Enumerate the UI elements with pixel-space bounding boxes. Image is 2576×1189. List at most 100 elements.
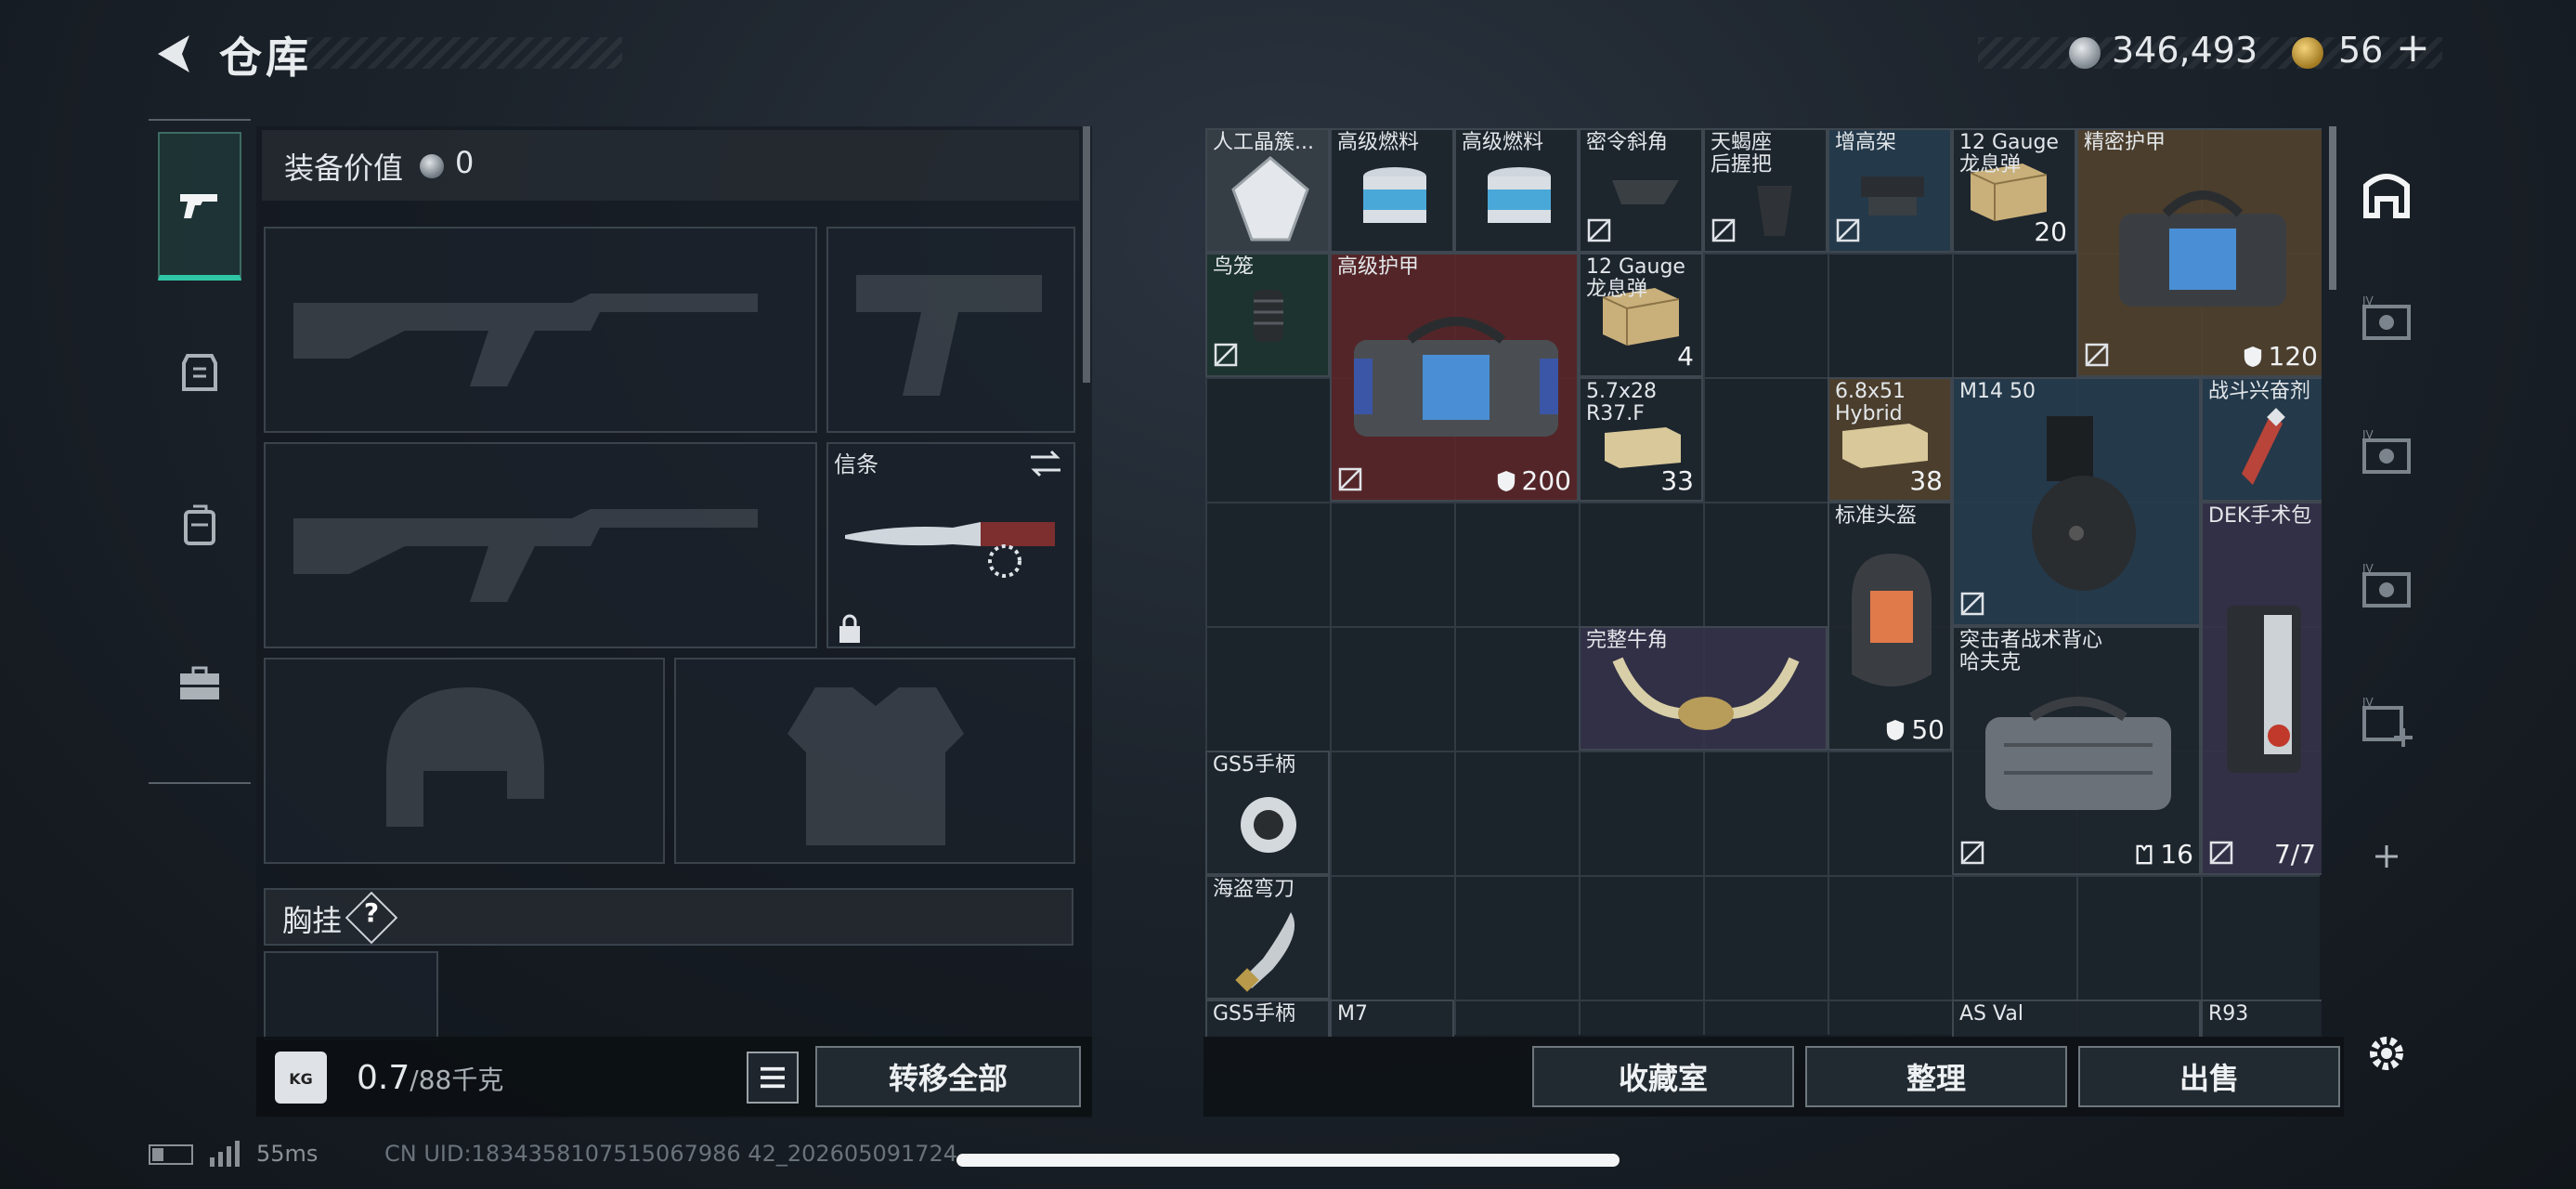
equipment-value: 0 — [455, 145, 475, 180]
container-slot-icon[interactable]: IV — [2359, 294, 2414, 349]
move-all-button[interactable]: 转移全部 — [815, 1046, 1081, 1107]
gold-balance: 56 — [2338, 30, 2384, 71]
tactical-vest-image — [1985, 697, 2171, 810]
grid-item[interactable]: AS Val — [1952, 1000, 2201, 1037]
grid-item[interactable]: M14 50 — [1952, 377, 2201, 626]
equipment-scrollbar[interactable] — [1083, 126, 1090, 383]
item-name: 高级燃料 — [1337, 131, 1420, 154]
stash-home-icon[interactable] — [2359, 167, 2414, 223]
pistol-icon — [180, 194, 217, 218]
tab-cases[interactable] — [158, 609, 241, 758]
tab-armor[interactable] — [158, 297, 241, 446]
svg-text:IV: IV — [2362, 696, 2374, 709]
grid-item[interactable]: 5.7x28 R37.F 33 — [1579, 377, 1703, 502]
item-name: 精密护甲 — [2084, 131, 2166, 154]
ammo-box-image — [1605, 427, 1681, 468]
silver-balance: 346,493 — [2112, 30, 2258, 71]
grid-item[interactable]: 密令斜角 — [1579, 128, 1703, 253]
grid-item[interactable]: 12 Gauge 龙息弹 20 — [1952, 128, 2076, 253]
armor-durability: 120 — [2243, 341, 2318, 372]
grid-item[interactable]: 鸟笼 — [1205, 253, 1330, 377]
container-slot-icon[interactable]: IV — [2359, 561, 2414, 617]
tab-weapons[interactable] — [158, 132, 241, 281]
item-count: 4 — [1677, 341, 1694, 372]
sort-button[interactable]: 整理 — [1805, 1046, 2067, 1107]
item-name: 人工晶簇... — [1213, 131, 1314, 154]
grid-item[interactable]: 6.8x51 Hybrid 38 — [1828, 377, 1952, 502]
add-currency-button[interactable]: + — [2396, 24, 2430, 72]
pistol-silhouette-icon — [856, 275, 1042, 396]
item-count: 7/7 — [2273, 839, 2316, 869]
armor-silhouette-icon — [787, 687, 964, 845]
grid-cells: 人工晶簇... 高级燃料 高级燃料 密令斜角 天蝎座 后握把 增高架 12 Ga… — [1205, 128, 2322, 1037]
grid-item[interactable]: 战斗兴奋剂 — [2201, 377, 2322, 502]
grid-item[interactable]: GS5手柄 — [1205, 751, 1330, 875]
item-name: 天蝎座 后握把 — [1711, 131, 1773, 177]
shield-icon — [1887, 719, 1905, 740]
grid-item[interactable]: DEK手术包 7/7 — [2201, 502, 2322, 875]
not-found-in-raid-icon — [2085, 343, 2109, 367]
item-name: 突击者战术背心 哈夫克 — [1959, 629, 2103, 675]
container-slot-icon[interactable]: IV — [2359, 427, 2414, 483]
chest-rig-slot[interactable] — [264, 951, 438, 1040]
muzzle-brake-image — [1254, 290, 1283, 342]
grid-item[interactable]: 天蝎座 后握把 — [1703, 128, 1828, 253]
list-icon — [761, 1066, 785, 1089]
swap-icon[interactable] — [1027, 448, 1064, 479]
grid-item[interactable]: 高级护甲 200 — [1330, 253, 1579, 502]
grid-item[interactable]: 完整牛角 — [1579, 626, 1828, 751]
grid-item[interactable]: R93 — [2201, 1000, 2322, 1037]
rifle-silhouette-icon — [293, 509, 758, 602]
storage-scrollbar[interactable] — [2329, 126, 2336, 290]
grid-item[interactable]: 突击者战术背心 哈夫克 16 — [1952, 626, 2201, 875]
grid-item[interactable]: 人工晶簇... — [1205, 128, 1330, 253]
melee-item-name: 信条 — [834, 451, 878, 477]
carry-weight: 0.7/88千克 — [357, 1059, 504, 1097]
primary-weapon-slot[interactable] — [264, 227, 817, 433]
svg-text:IV: IV — [2362, 428, 2374, 441]
home-indicator[interactable] — [956, 1154, 1620, 1167]
grid-item[interactable]: 高级燃料 — [1454, 128, 1579, 253]
sell-button[interactable]: 出售 — [2078, 1046, 2340, 1107]
knife-image — [845, 522, 1055, 578]
grid-item[interactable]: 12 Gauge 龙息弹 4 — [1579, 253, 1703, 377]
equipment-value-label: 装备价值 — [284, 150, 404, 186]
item-name: 5.7x28 R37.F — [1586, 380, 1658, 426]
settings-gear-icon[interactable] — [2359, 1026, 2414, 1081]
grid-item[interactable]: 增高架 — [1828, 128, 1952, 253]
title-decoration — [306, 37, 622, 69]
list-view-button[interactable] — [747, 1052, 799, 1104]
sidearm-slot[interactable] — [826, 227, 1075, 433]
ammo-box-image — [1842, 424, 1928, 468]
vest-icon — [2136, 844, 2153, 864]
helmet-slot[interactable] — [264, 658, 665, 864]
fuel-can-image — [1488, 167, 1551, 223]
back-arrow-icon[interactable] — [149, 28, 201, 80]
battery-level — [152, 1148, 163, 1161]
secondary-weapon-slot[interactable] — [264, 442, 817, 648]
shield-icon — [2244, 346, 2261, 367]
tab-backpack[interactable] — [158, 451, 241, 600]
not-found-in-raid-icon — [1960, 592, 1984, 616]
grid-item[interactable]: 精密护甲 120 — [2076, 128, 2322, 377]
expand-plus-icon[interactable] — [2359, 829, 2414, 884]
grid-item[interactable]: GS5手柄 — [1205, 1000, 1330, 1037]
item-name: M7 — [1337, 1002, 1368, 1026]
body-armor-slot[interactable] — [674, 658, 1075, 864]
not-found-in-raid-icon — [1338, 467, 1362, 491]
item-count: 20 — [2034, 216, 2067, 247]
grip-image — [1757, 186, 1792, 236]
grid-item[interactable]: 标准头盔 50 — [1828, 502, 1952, 751]
item-name: 6.8x51 Hybrid — [1835, 380, 1906, 426]
grid-item[interactable]: 海盗弯刀 — [1205, 875, 1330, 1000]
not-found-in-raid-icon — [1836, 218, 1860, 242]
crystal-image — [1231, 156, 1309, 242]
grid-item[interactable]: 高级燃料 — [1330, 128, 1454, 253]
svg-text:IV: IV — [2362, 294, 2374, 307]
item-name: 高级护甲 — [1337, 255, 1420, 279]
collection-room-button[interactable]: 收藏室 — [1532, 1046, 1794, 1107]
grid-item[interactable]: M7 — [1330, 1000, 1454, 1037]
not-found-in-raid-icon — [1214, 343, 1238, 367]
add-container-icon[interactable]: IV — [2359, 695, 2414, 751]
not-found-in-raid-icon — [2209, 841, 2233, 865]
